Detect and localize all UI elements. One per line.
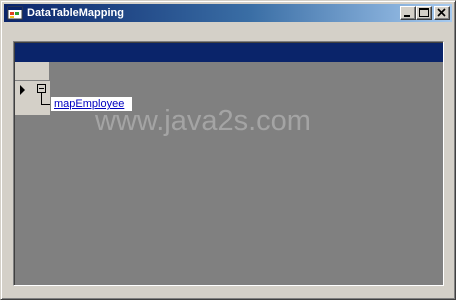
grid-caption-bar xyxy=(15,43,443,62)
app-window-icon[interactable] xyxy=(7,5,23,21)
row-pointer-icon xyxy=(20,85,25,95)
minimize-icon xyxy=(404,15,410,17)
title-bar[interactable]: DataTableMapping xyxy=(4,4,452,22)
window-title: DataTableMapping xyxy=(27,7,124,19)
maximize-button[interactable] xyxy=(416,6,432,20)
app-window: DataTableMapping mapEmployee www.java2s.… xyxy=(0,0,456,300)
watermark-text: www.java2s.com xyxy=(95,105,311,137)
close-button[interactable] xyxy=(434,6,450,20)
data-grid[interactable]: mapEmployee www.java2s.com xyxy=(13,41,444,286)
collapse-box-icon[interactable] xyxy=(37,84,46,93)
close-icon xyxy=(437,8,446,17)
grid-corner-header[interactable] xyxy=(15,62,50,81)
maximize-icon xyxy=(419,8,429,17)
minimize-button[interactable] xyxy=(400,6,416,20)
